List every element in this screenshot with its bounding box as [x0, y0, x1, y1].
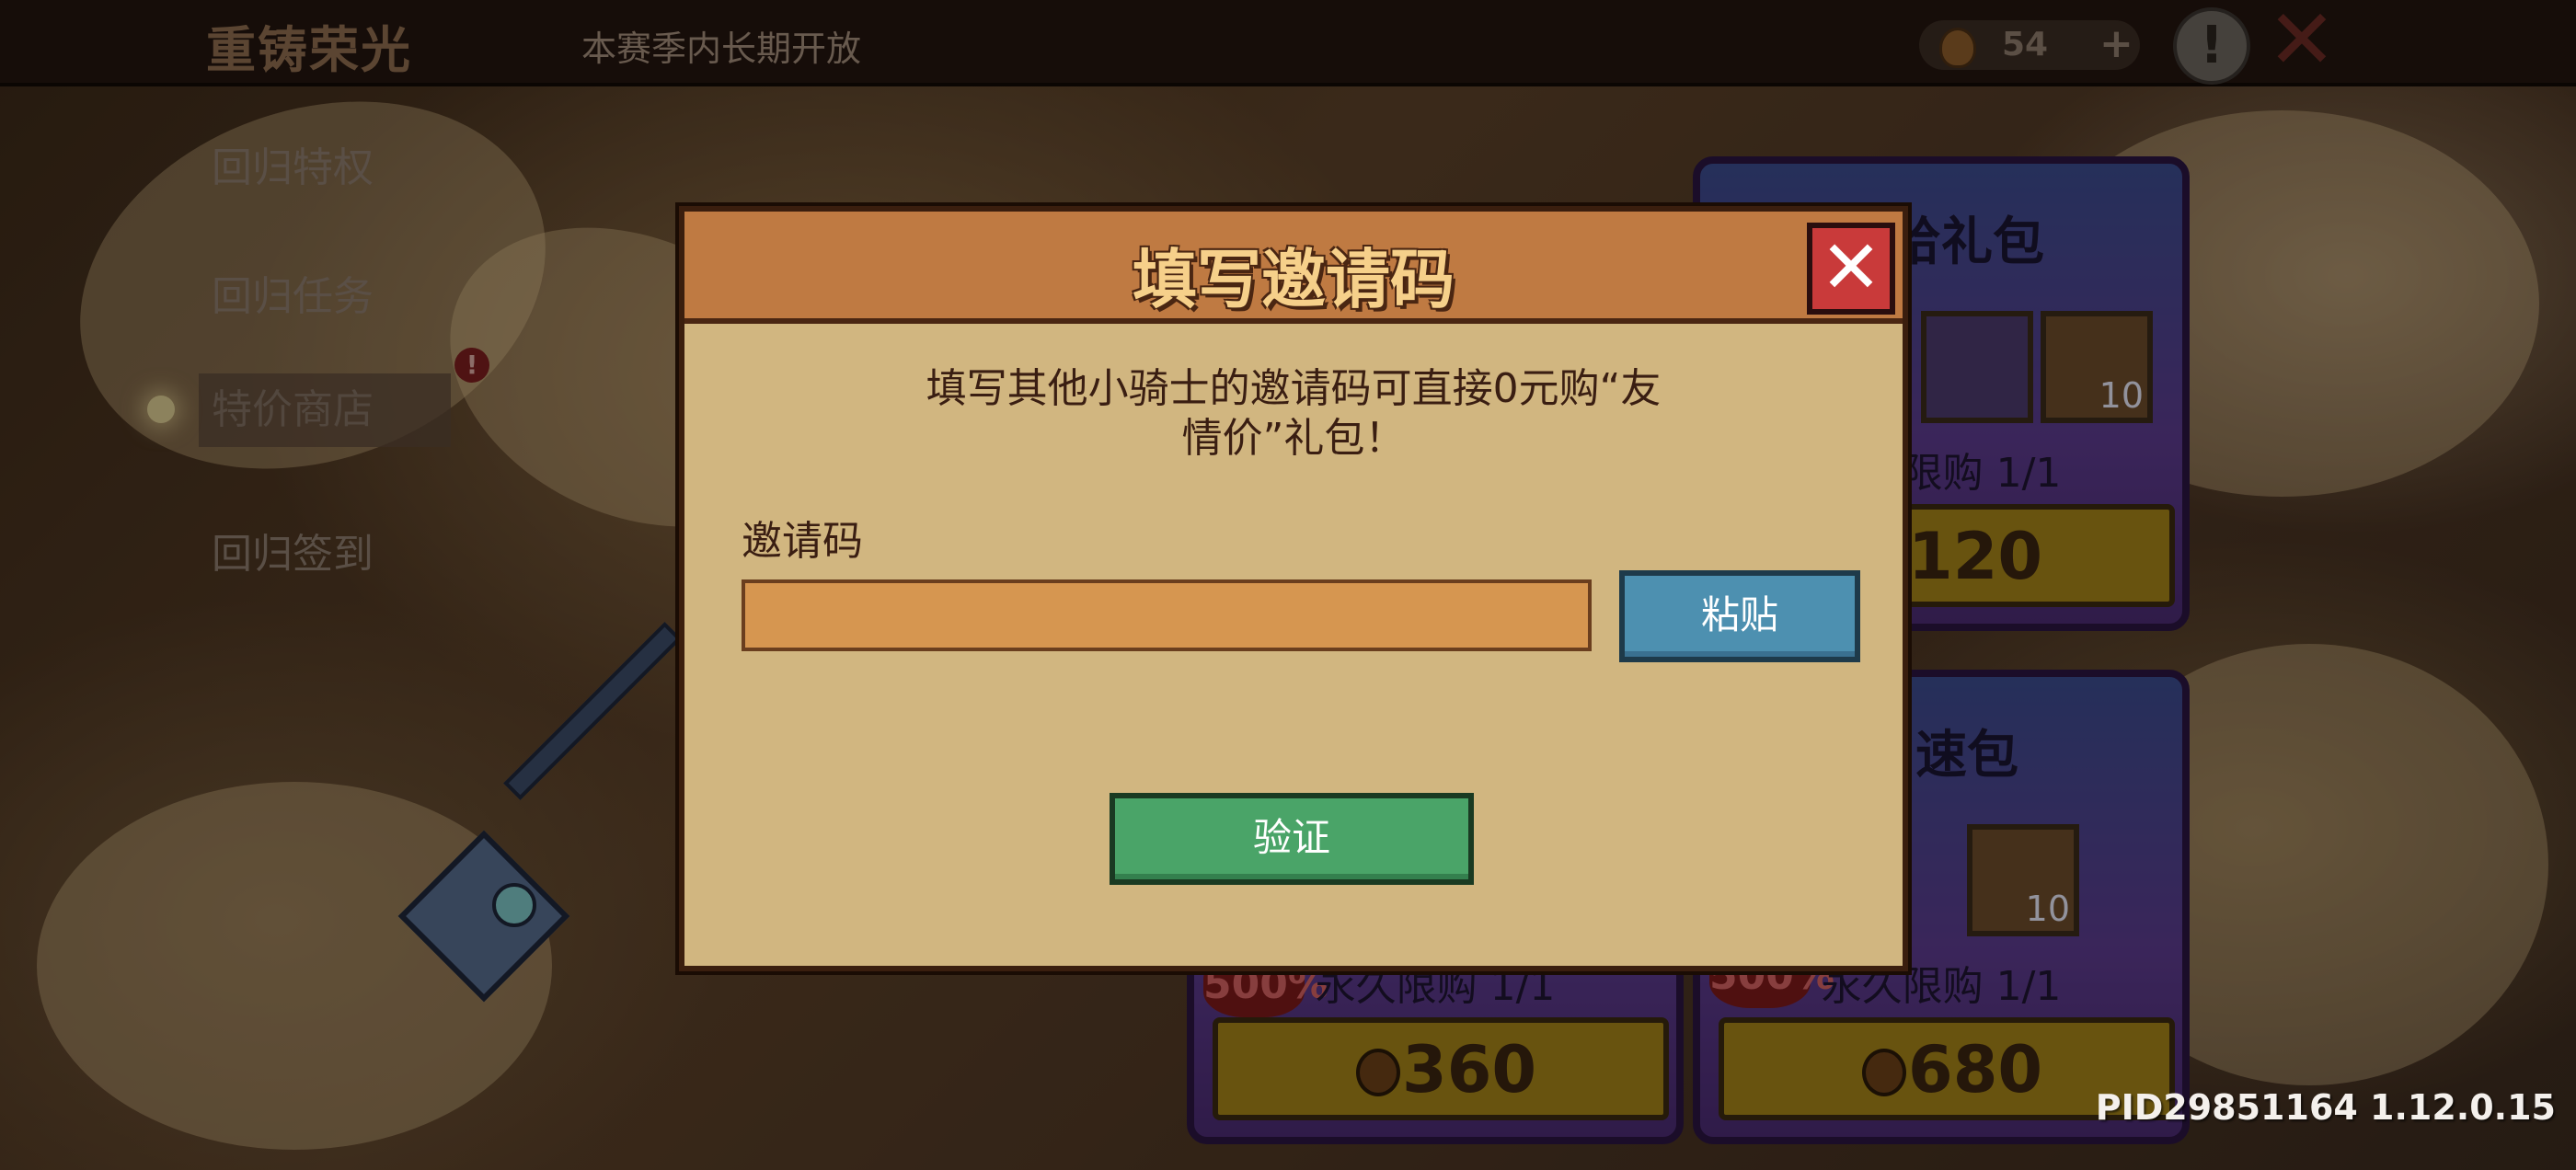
dialog-header: 填写邀请码 ✕	[684, 212, 1903, 324]
paste-button[interactable]: 粘贴	[1619, 570, 1860, 662]
invite-code-input[interactable]	[742, 579, 1592, 651]
invite-code-label: 邀请码	[742, 518, 863, 565]
description-line: 填写其他小骑士的邀请码可直接0元购“友	[926, 365, 1662, 412]
dialog-description: 填写其他小骑士的邀请码可直接0元购“友 情价”礼包！	[850, 364, 1737, 464]
dialog-title: 填写邀请码	[1133, 242, 1455, 317]
build-version-label: PID29851164 1.12.0.15	[2095, 1087, 2556, 1128]
invite-code-dialog: 填写邀请码 ✕ 填写其他小骑士的邀请码可直接0元购“友 情价”礼包！ 邀请码 粘…	[679, 206, 1908, 971]
close-icon[interactable]: ✕	[1807, 223, 1895, 315]
verify-button[interactable]: 验证	[1110, 793, 1474, 885]
description-line: 情价”礼包！	[1181, 415, 1406, 462]
